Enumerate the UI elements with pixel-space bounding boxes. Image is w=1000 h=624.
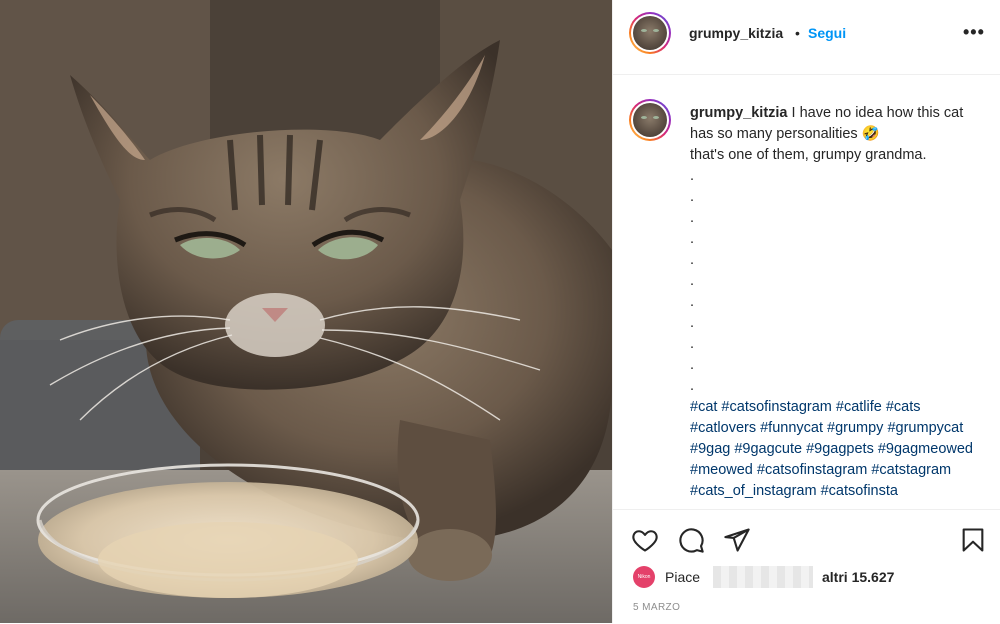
caption-dot: . [690, 252, 695, 268]
caption-dot: . [690, 231, 695, 247]
heart-icon[interactable] [631, 526, 659, 559]
caption-dot: . [690, 357, 695, 373]
post-header: grumpy_kitzia • Segui ••• [613, 0, 1000, 75]
liker-avatar-label: Nikon [637, 574, 651, 580]
likes-row: Nikon Piace altri 15.627 [633, 564, 993, 588]
avatar[interactable] [629, 12, 671, 54]
post-photo[interactable] [0, 0, 612, 623]
avatar-image [633, 16, 667, 50]
caption-username[interactable]: grumpy_kitzia [690, 105, 788, 121]
liker-avatar[interactable]: Nikon [633, 566, 655, 588]
caption-dot: . [690, 189, 695, 205]
redacted-liker-name [713, 566, 813, 588]
separator-dot: • [795, 25, 800, 41]
caption-dot: . [690, 294, 695, 310]
follow-button[interactable]: Segui [808, 25, 846, 41]
caption-body-line2: that's one of them, grumpy grandma. [690, 147, 927, 163]
caption-dot: . [690, 168, 695, 184]
caption-avatar[interactable] [629, 99, 671, 141]
send-icon[interactable] [723, 526, 751, 559]
likes-count[interactable]: altri 15.627 [822, 569, 894, 585]
caption-dot: . [690, 273, 695, 289]
caption-dot: . [690, 315, 695, 331]
caption-section: grumpy_kitzia I have no idea how this ca… [613, 75, 1000, 509]
caption-hashtags[interactable]: #cat #catsofinstagram #catlife #cats #ca… [690, 399, 973, 499]
more-options-icon[interactable]: ••• [963, 22, 985, 43]
likes-prefix: Piace [665, 569, 701, 585]
caption-text: grumpy_kitzia I have no idea how this ca… [690, 103, 980, 502]
caption-dot: . [690, 210, 695, 226]
bookmark-icon[interactable] [959, 526, 987, 559]
post-date[interactable]: 5 MARZO [633, 602, 680, 613]
post-actions: Nikon Piace altri 15.627 5 MARZO [613, 509, 1000, 624]
header-username[interactable]: grumpy_kitzia [689, 25, 783, 41]
caption-dot: . [690, 336, 695, 352]
caption-dot: . [690, 378, 695, 394]
comment-icon[interactable] [677, 526, 705, 559]
post-details-panel: grumpy_kitzia • Segui ••• grumpy_kitzia … [612, 0, 1000, 623]
cat-photo-illustration [0, 0, 612, 623]
caption-avatar-image [633, 103, 667, 137]
